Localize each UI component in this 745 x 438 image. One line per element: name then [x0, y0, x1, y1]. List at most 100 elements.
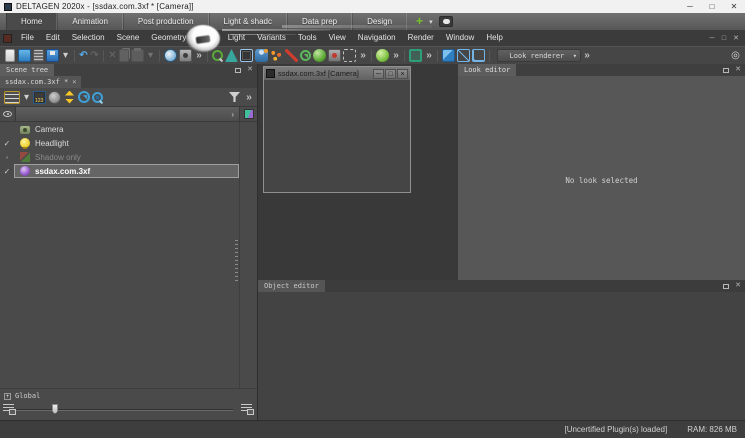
close-doc-tab-icon[interactable]: ×	[72, 76, 76, 88]
viewport-close-button[interactable]: ×	[397, 69, 408, 79]
row-body[interactable]: Camera	[14, 122, 239, 136]
menu-edit[interactable]: Edit	[40, 30, 66, 46]
save-options-caret-icon[interactable]: ▾	[61, 49, 70, 62]
menu-window[interactable]: Window	[440, 30, 480, 46]
minimize-button[interactable]: ─	[679, 2, 701, 11]
tree-row-shadow-only[interactable]: ▪Shadow only	[0, 150, 239, 164]
menu-navigation[interactable]: Navigation	[352, 30, 402, 46]
scene-tree-panel-tab[interactable]: Scene tree	[0, 64, 54, 76]
menu-selection[interactable]: Selection	[66, 30, 111, 46]
render-box-icon[interactable]	[409, 49, 422, 62]
open-file-icon[interactable]	[18, 49, 31, 62]
history-clock-icon[interactable]	[164, 49, 177, 62]
zoom-region-icon[interactable]	[343, 49, 356, 62]
keyframe-list-left-icon[interactable]	[3, 404, 14, 413]
row-body[interactable]: Headlight	[14, 136, 239, 150]
drag-handle-dots[interactable]	[235, 240, 238, 282]
menu-variants[interactable]: Variants	[251, 30, 292, 46]
select-parts-icon[interactable]	[270, 49, 283, 62]
overflow-icon[interactable]: »	[582, 49, 591, 62]
tree-row-ssdax-com-3xf[interactable]: ✓ssdax.com.3xf	[0, 164, 239, 178]
viewport-window[interactable]: ssdax.com.3xf [Camera] ─ □ ×	[263, 66, 411, 193]
menu-view[interactable]: View	[323, 30, 352, 46]
row-body[interactable]: Shadow only	[14, 150, 239, 164]
display-solid-cube-icon[interactable]	[442, 49, 455, 62]
feedback-bubble-button[interactable]	[439, 16, 453, 27]
render-settings-icon[interactable]: ◎	[731, 49, 740, 62]
toolbar-separator	[74, 50, 75, 62]
select-cone-icon[interactable]	[225, 49, 238, 62]
menu-scene[interactable]: Scene	[111, 30, 146, 46]
snapshot-camera-icon[interactable]	[179, 49, 192, 62]
mdi-close-button[interactable]: ✕	[730, 34, 742, 42]
geometry-column-header[interactable]	[240, 107, 257, 121]
row-checkbox[interactable]: ▪	[0, 153, 14, 162]
globe-icon[interactable]	[48, 91, 61, 104]
mdi-restore-button[interactable]: □	[718, 35, 730, 42]
ribbon-tab-light-shadc[interactable]: Light & shadc	[209, 13, 287, 30]
import-icon[interactable]	[33, 49, 44, 62]
motion-blur-streak	[282, 25, 432, 28]
select-object-icon[interactable]	[255, 49, 268, 62]
select-rect-icon[interactable]	[240, 49, 253, 62]
new-file-icon[interactable]	[5, 49, 15, 62]
menu-render[interactable]: Render	[402, 30, 440, 46]
viewport-minimize-button[interactable]: ─	[373, 69, 384, 79]
close-panel-icon[interactable]: ✕	[247, 64, 253, 76]
close-panel-icon[interactable]: ✕	[735, 64, 741, 76]
menu-light[interactable]: Light	[222, 30, 251, 46]
orbit-tool-icon[interactable]	[313, 49, 326, 62]
overflow-icon[interactable]: »	[358, 49, 367, 62]
overflow-icon[interactable]: »	[424, 49, 433, 62]
display-wireframe-icon[interactable]	[472, 49, 485, 62]
row-checkbox[interactable]: ✓	[0, 139, 14, 148]
look-editor-panel-tab[interactable]: Look editor	[458, 64, 516, 76]
app-menu-icon[interactable]	[3, 34, 12, 43]
menu-tools[interactable]: Tools	[292, 30, 323, 46]
float-panel-icon[interactable]	[723, 68, 729, 73]
expand-icon[interactable]: +	[4, 393, 11, 400]
look-renderer-dropdown[interactable]: Look renderer ▾	[497, 49, 581, 62]
close-button[interactable]: ✕	[723, 2, 745, 11]
menu-file[interactable]: File	[15, 30, 40, 46]
ribbon-tab-animation[interactable]: Animation	[57, 13, 123, 30]
viewport-maximize-button[interactable]: □	[385, 69, 396, 79]
keyframe-list-right-icon[interactable]	[241, 404, 252, 413]
row-checkbox[interactable]: ✓	[0, 167, 14, 176]
show-structure-icon[interactable]	[33, 91, 46, 104]
viewport-canvas[interactable]	[264, 80, 410, 192]
float-panel-icon[interactable]	[235, 68, 241, 73]
render-sphere-icon[interactable]	[376, 49, 389, 62]
measure-icon[interactable]	[285, 49, 298, 62]
global-slider-track[interactable]	[16, 409, 233, 411]
tree-menu-icon[interactable]	[4, 91, 20, 104]
global-slider-handle[interactable]	[52, 404, 58, 414]
row-body[interactable]: ssdax.com.3xf	[14, 164, 239, 178]
close-panel-icon[interactable]: ✕	[735, 280, 741, 292]
locate-icon[interactable]	[92, 92, 103, 103]
maximize-button[interactable]: □	[701, 2, 723, 11]
visibility-column-header[interactable]	[0, 107, 16, 121]
ribbon-tab-home[interactable]: Home	[6, 13, 57, 30]
mdi-minimize-button[interactable]: ─	[706, 35, 718, 42]
float-panel-icon[interactable]	[723, 284, 729, 289]
menu-help[interactable]: Help	[480, 30, 508, 46]
select-pick-icon[interactable]	[212, 50, 223, 61]
sync-selection-icon[interactable]	[78, 91, 90, 103]
tree-menu-caret-icon[interactable]: ▾	[22, 91, 31, 104]
undo-icon[interactable]: ↶	[79, 49, 88, 62]
object-editor-panel-tab[interactable]: Object editor	[258, 280, 325, 292]
sort-icon[interactable]	[63, 91, 76, 104]
display-boundingbox-icon[interactable]	[457, 49, 470, 62]
tree-row-camera[interactable]: Camera	[0, 122, 239, 136]
overflow-icon[interactable]: »	[244, 91, 253, 104]
tree-row-headlight[interactable]: ✓Headlight	[0, 136, 239, 150]
scene-doc-tab[interactable]: ssdax.com.3xf * ×	[0, 76, 81, 88]
save-icon[interactable]	[46, 49, 59, 62]
viewport-window-titlebar[interactable]: ssdax.com.3xf [Camera] ─ □ ×	[264, 67, 410, 80]
camera-tool-icon[interactable]	[328, 49, 341, 62]
overflow-icon[interactable]: »	[391, 49, 400, 62]
rotate-tool-icon[interactable]	[300, 50, 311, 61]
filter-icon[interactable]	[229, 92, 240, 102]
tree-root-header[interactable]: ›	[16, 107, 240, 121]
